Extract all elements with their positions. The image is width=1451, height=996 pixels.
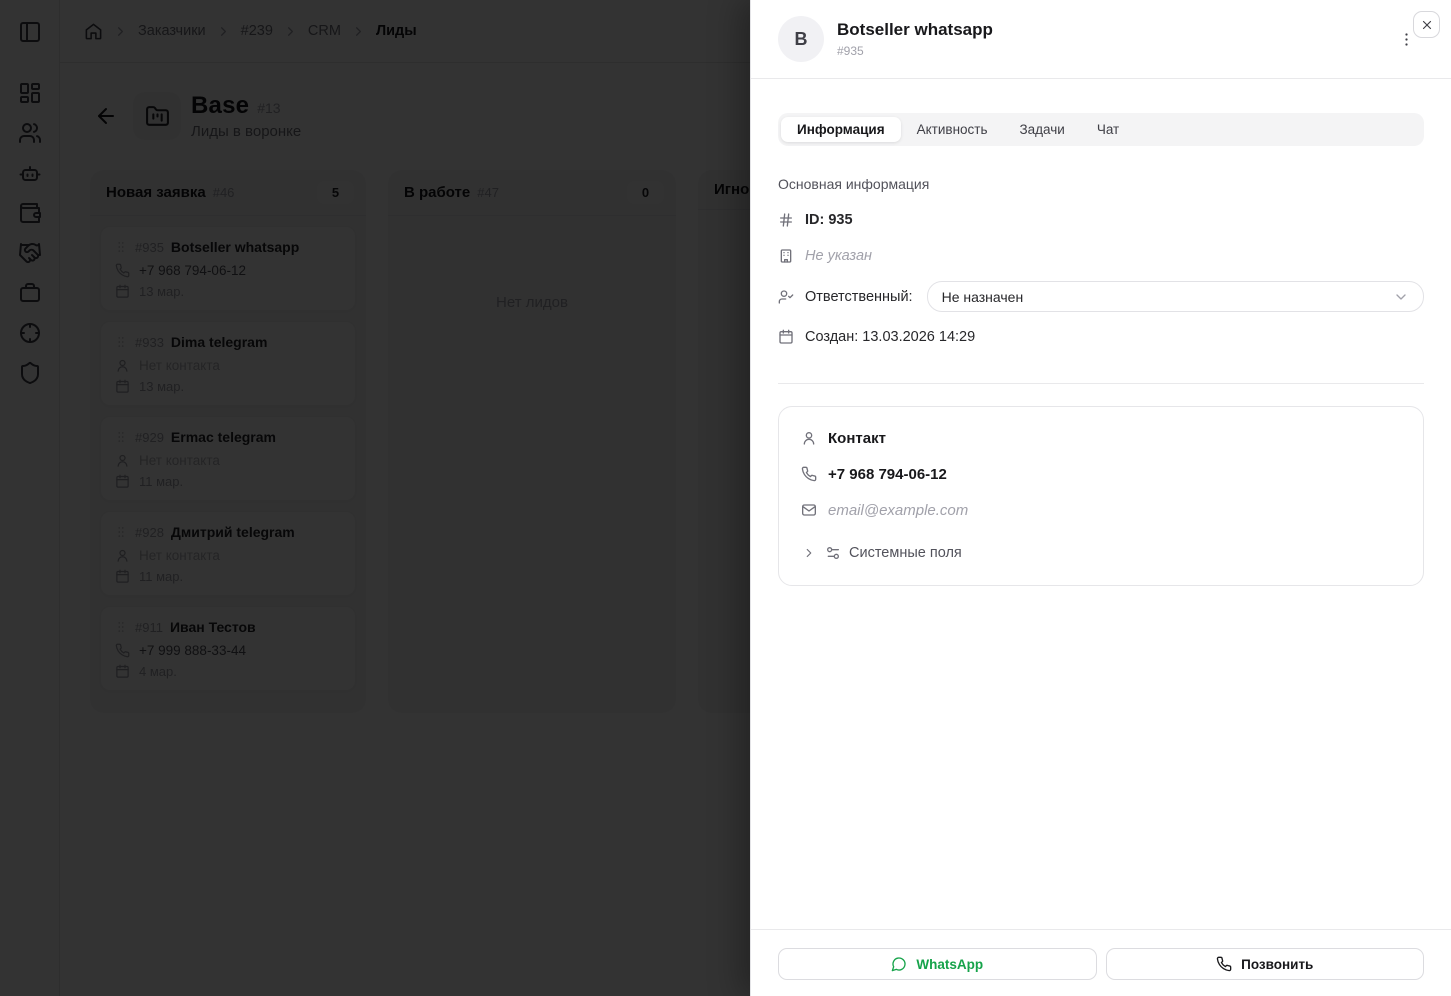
whatsapp-button[interactable]: WhatsApp [778, 948, 1097, 980]
tab-information[interactable]: Информация [781, 117, 901, 142]
contact-email-row [801, 499, 1401, 521]
drawer-title: Botseller whatsapp [837, 20, 993, 40]
call-button[interactable]: Позвонить [1106, 948, 1425, 980]
company-value: Не указан [805, 248, 872, 264]
contact-card: Контакт +7 968 794-06-12 Системные поля [778, 406, 1424, 586]
more-vertical-icon [1398, 31, 1415, 48]
system-fields-toggle[interactable]: Системные поля [801, 542, 1401, 564]
spacer [778, 586, 1424, 929]
drawer-title-block: Botseller whatsapp #935 [837, 20, 993, 57]
close-icon [1420, 18, 1434, 32]
calendar-icon [778, 329, 794, 345]
divider [778, 383, 1424, 384]
info-row-id: ID: 935 [778, 209, 1424, 231]
contact-heading-row: Контакт [801, 427, 1401, 449]
info-row-company: Не указан [778, 245, 1424, 267]
close-button[interactable] [1413, 11, 1440, 38]
user-check-icon [778, 289, 794, 305]
drawer-lead-id: #935 [837, 44, 993, 58]
system-fields-label: Системные поля [849, 545, 962, 561]
phone-icon [801, 466, 817, 482]
building-icon [778, 248, 794, 264]
lead-id-value: ID: 935 [805, 212, 853, 228]
user-icon [801, 430, 817, 446]
drawer-header: B Botseller whatsapp #935 [751, 0, 1451, 79]
info-row-responsible: Ответственный: Не назначен [778, 281, 1424, 312]
info-row-created: Создан: 13.03.2026 14:29 [778, 326, 1424, 348]
tab-tasks[interactable]: Задачи [1004, 117, 1081, 142]
drawer-body: Основная информация ID: 935 Не указан От… [751, 146, 1451, 929]
tab-chat[interactable]: Чат [1081, 117, 1135, 142]
phone-icon [1216, 956, 1232, 972]
drawer-footer: WhatsApp Позвонить [751, 929, 1451, 996]
contact-phone[interactable]: +7 968 794-06-12 [828, 466, 947, 483]
email-field[interactable] [828, 502, 1401, 519]
contact-phone-row: +7 968 794-06-12 [801, 463, 1401, 485]
avatar: B [778, 16, 824, 62]
app-root: Заказчики #239 CRM Лиды Base #13 [0, 0, 1451, 996]
contact-heading: Контакт [828, 430, 886, 447]
mail-icon [801, 502, 817, 518]
chevron-right-icon [801, 546, 817, 560]
drawer-tabs: Информация Активность Задачи Чат [778, 113, 1424, 146]
responsible-select[interactable]: Не назначен [927, 281, 1424, 312]
responsible-value: Не назначен [942, 289, 1024, 305]
lead-details-drawer: B Botseller whatsapp #935 Информация Акт… [750, 0, 1451, 996]
section-heading: Основная информация [778, 176, 1424, 192]
tab-activity[interactable]: Активность [901, 117, 1004, 142]
more-menu-button[interactable] [1398, 30, 1416, 48]
whatsapp-icon [891, 956, 907, 972]
created-value: Создан: 13.03.2026 14:29 [805, 329, 975, 345]
chevron-down-icon [1393, 289, 1409, 305]
call-label: Позвонить [1241, 957, 1313, 972]
drawer-tabs-wrap: Информация Активность Задачи Чат [778, 113, 1424, 146]
hash-icon [778, 212, 794, 228]
whatsapp-label: WhatsApp [916, 957, 983, 972]
responsible-label: Ответственный: [805, 289, 913, 305]
sliders-icon [825, 545, 841, 561]
